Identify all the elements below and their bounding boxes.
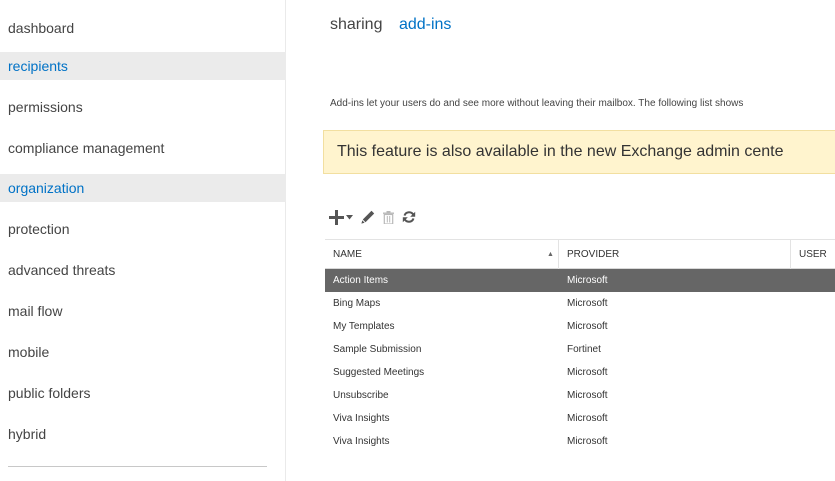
page-description: Add-ins let your users do and see more w…: [330, 98, 744, 109]
row-name: Viva Insights: [333, 413, 390, 424]
column-header-user-label: USER: [799, 249, 827, 260]
row-provider: Microsoft: [567, 321, 608, 332]
sort-ascending-icon: ▲: [547, 251, 554, 258]
refresh-button[interactable]: [402, 206, 416, 228]
nav-item-hybrid[interactable]: hybrid: [0, 420, 286, 448]
table-row[interactable]: My Templates Microsoft: [325, 315, 835, 338]
nav-item-mobile[interactable]: mobile: [0, 338, 286, 366]
column-header-provider[interactable]: PROVIDER: [559, 240, 791, 269]
add-dropdown-button[interactable]: [346, 206, 353, 228]
nav-item-public-folders[interactable]: public folders: [0, 379, 286, 407]
row-provider: Microsoft: [567, 436, 608, 447]
add-button[interactable]: [329, 206, 344, 228]
nav-item-permissions[interactable]: permissions: [0, 93, 286, 121]
row-provider: Microsoft: [567, 390, 608, 401]
toolbar: [329, 206, 422, 228]
table-row[interactable]: Suggested Meetings Microsoft: [325, 361, 835, 384]
row-name: Viva Insights: [333, 436, 390, 447]
nav-divider: [8, 466, 267, 467]
table-header: NAME ▲ PROVIDER USER: [325, 239, 835, 269]
table-row[interactable]: Action Items Microsoft: [325, 269, 835, 292]
edit-icon: [361, 210, 375, 224]
row-provider: Microsoft: [567, 298, 608, 309]
table-row[interactable]: Sample Submission Fortinet: [325, 338, 835, 361]
add-icon: [329, 209, 344, 225]
row-name: Bing Maps: [333, 298, 381, 309]
table-row[interactable]: Viva Insights Microsoft: [325, 407, 835, 430]
tab-add-ins[interactable]: add-ins: [399, 16, 451, 34]
left-nav: dashboard recipients permissions complia…: [0, 0, 286, 481]
nav-item-advanced-threats[interactable]: advanced threats: [0, 256, 286, 284]
column-header-provider-label: PROVIDER: [567, 249, 620, 260]
dropdown-arrow-icon: [346, 214, 353, 219]
nav-item-protection[interactable]: protection: [0, 215, 286, 243]
delete-icon: [383, 210, 394, 224]
row-name: Unsubscribe: [333, 390, 389, 401]
nav-item-compliance-management[interactable]: compliance management: [0, 134, 286, 162]
table-row[interactable]: Unsubscribe Microsoft: [325, 384, 835, 407]
nav-item-recipients[interactable]: recipients: [0, 52, 286, 80]
column-header-name[interactable]: NAME ▲: [325, 240, 559, 269]
tab-bar: sharing add-ins: [330, 16, 463, 34]
table-row[interactable]: Viva Insights Microsoft: [325, 430, 835, 453]
add-ins-table: NAME ▲ PROVIDER USER Action Items Micros…: [325, 239, 835, 453]
column-header-name-label: NAME: [333, 249, 362, 260]
banner-text: This feature is also available in the ne…: [337, 143, 784, 160]
row-provider: Fortinet: [567, 344, 601, 355]
edit-button[interactable]: [361, 206, 375, 228]
nav-item-dashboard[interactable]: dashboard: [0, 14, 286, 42]
nav-item-mail-flow[interactable]: mail flow: [0, 297, 286, 325]
main-content: sharing add-ins Add-ins let your users d…: [287, 0, 835, 481]
row-name: Suggested Meetings: [333, 367, 425, 378]
refresh-icon: [402, 211, 416, 223]
row-provider: Microsoft: [567, 275, 608, 286]
row-name: My Templates: [333, 321, 395, 332]
row-provider: Microsoft: [567, 413, 608, 424]
info-banner: This feature is also available in the ne…: [323, 130, 835, 174]
row-provider: Microsoft: [567, 367, 608, 378]
table-row[interactable]: Bing Maps Microsoft: [325, 292, 835, 315]
tab-sharing[interactable]: sharing: [330, 16, 382, 34]
column-header-user[interactable]: USER: [791, 240, 835, 269]
row-name: Action Items: [333, 275, 389, 286]
nav-item-organization[interactable]: organization: [0, 174, 286, 202]
delete-button[interactable]: [383, 206, 394, 228]
row-name: Sample Submission: [333, 344, 422, 355]
